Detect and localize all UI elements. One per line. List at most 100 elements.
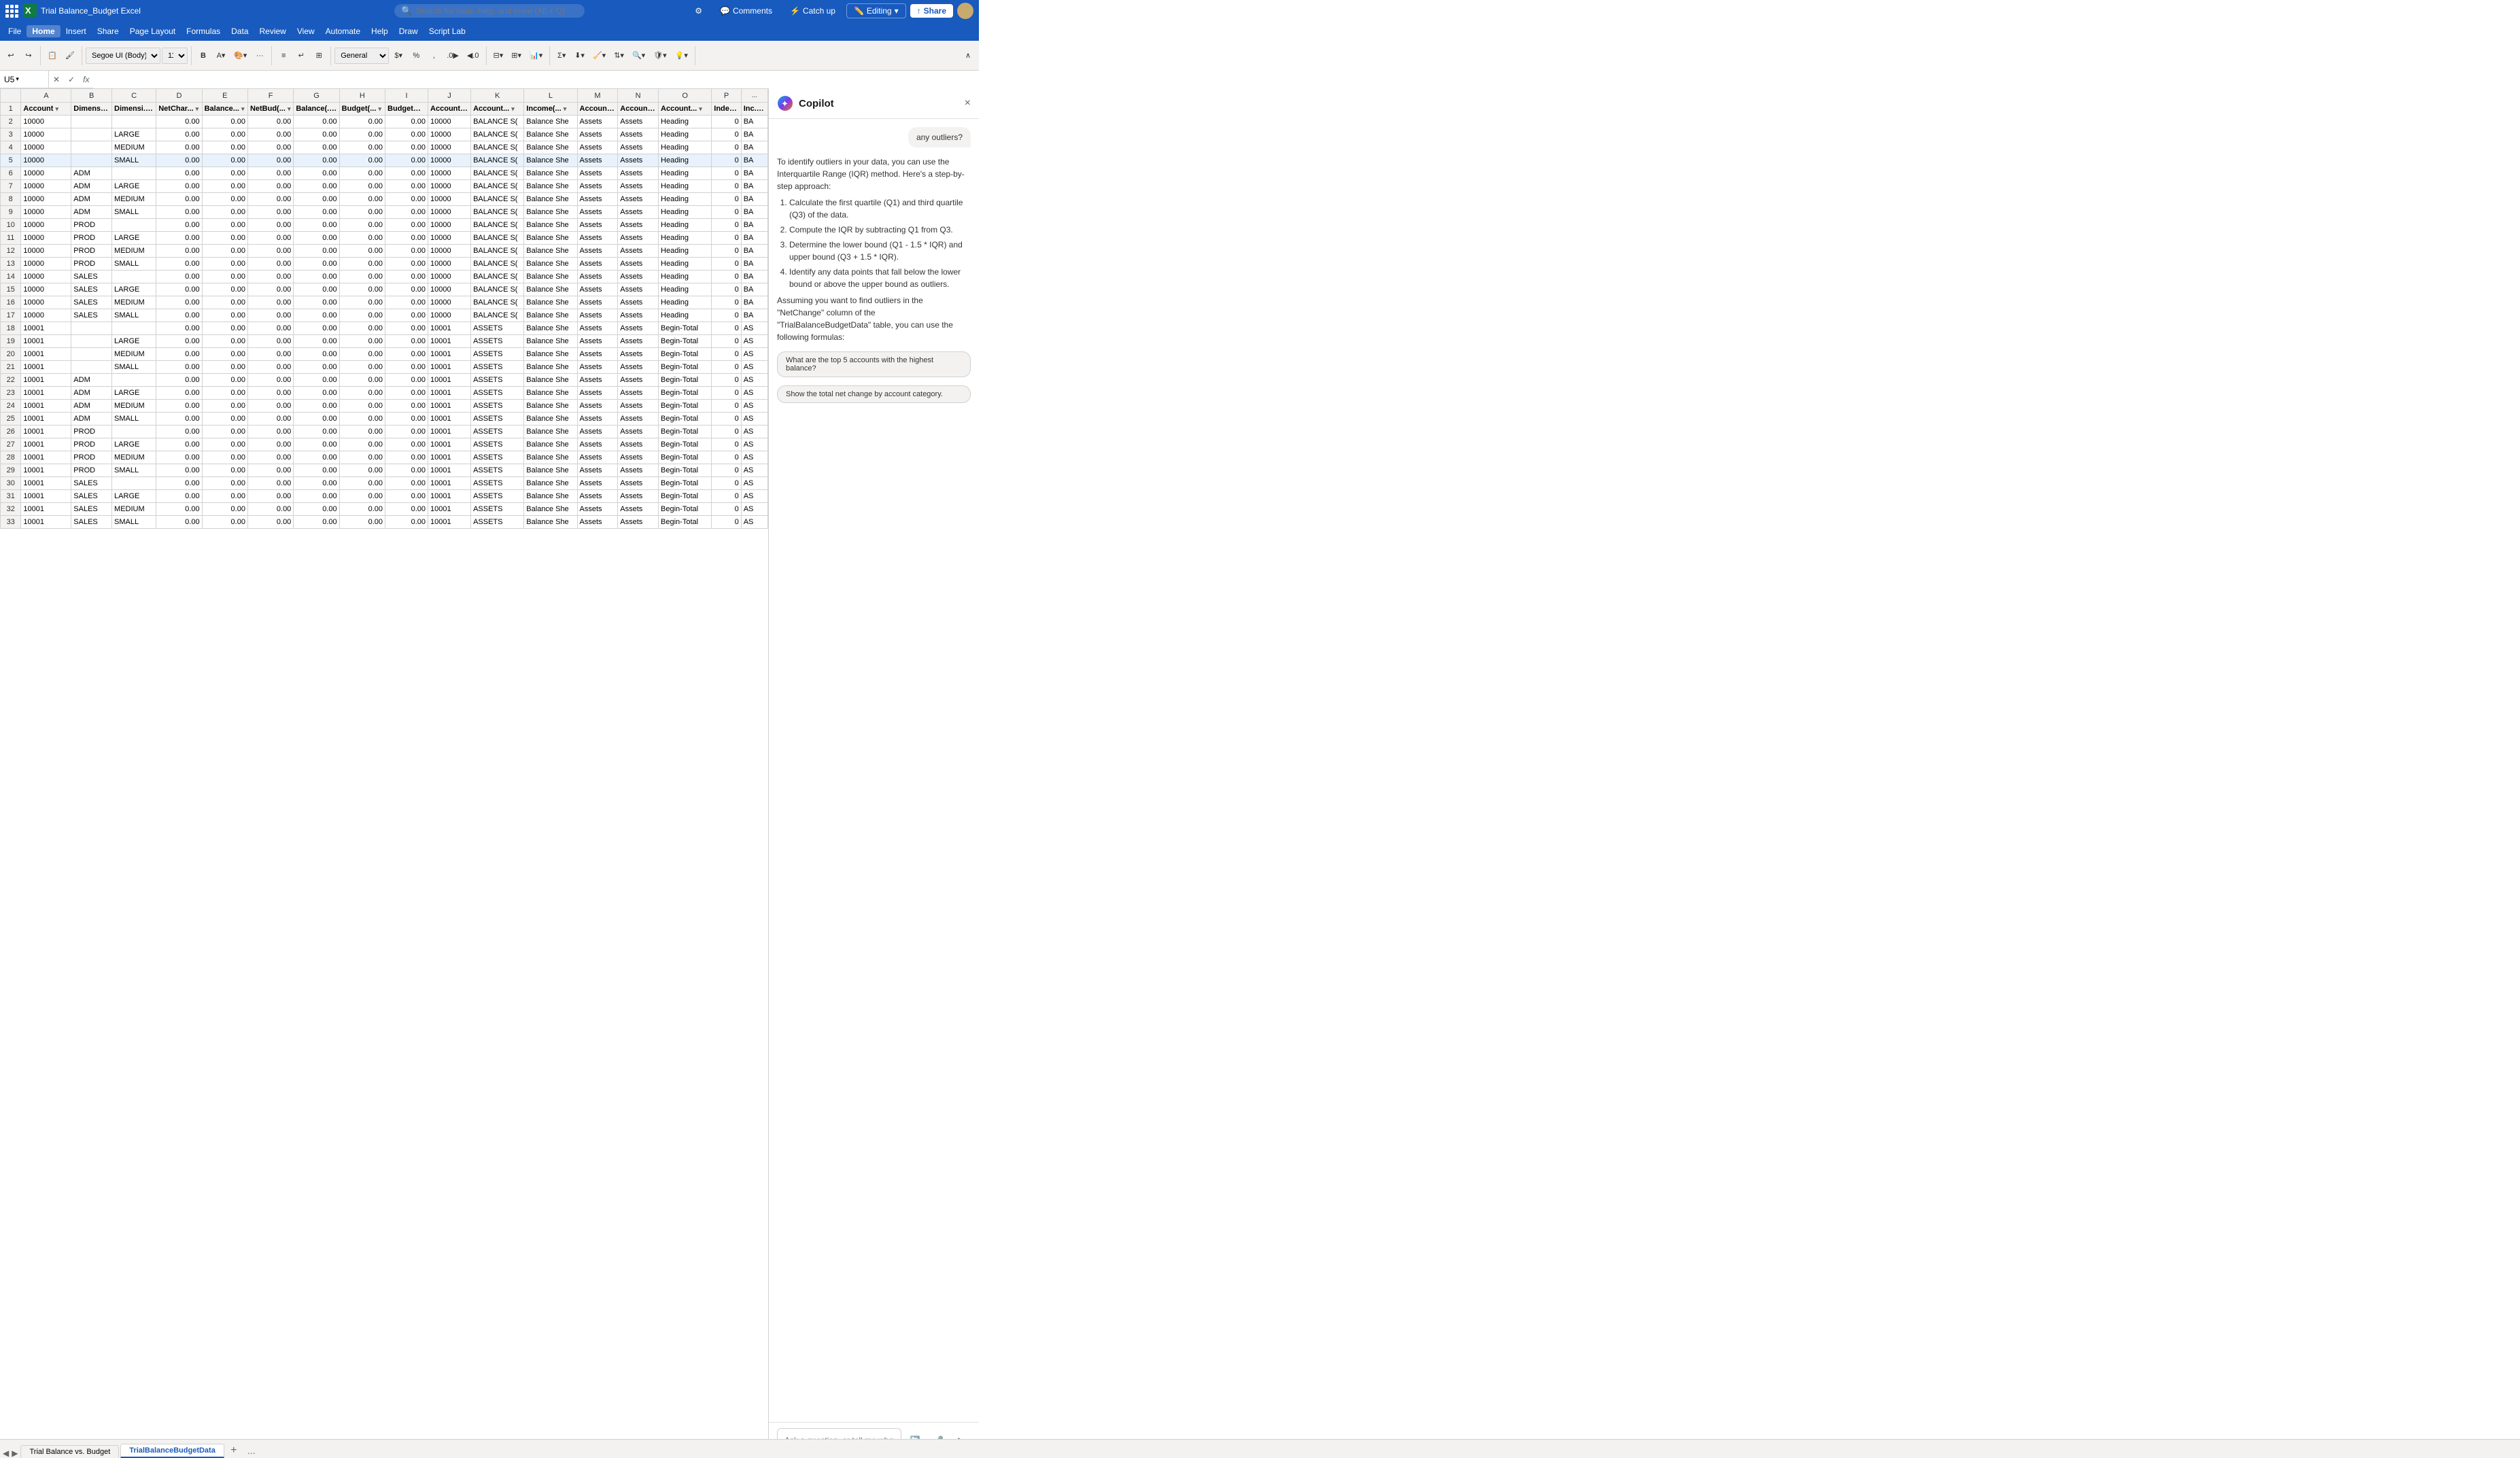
cell-O20[interactable]: Begin-Total bbox=[659, 348, 712, 361]
cell-H3[interactable]: 0.00 bbox=[339, 128, 385, 141]
cell-D29[interactable]: 0.00 bbox=[156, 464, 202, 477]
cell-A33[interactable]: 10001 bbox=[21, 516, 71, 529]
cell-I18[interactable]: 0.00 bbox=[385, 322, 428, 335]
cell-D14[interactable]: 0.00 bbox=[156, 271, 202, 283]
cell-I15[interactable]: 0.00 bbox=[385, 283, 428, 296]
cell-D33[interactable]: 0.00 bbox=[156, 516, 202, 529]
cell-J27[interactable]: 10001 bbox=[428, 438, 471, 451]
cell-H1[interactable]: Budget(... ▾ bbox=[339, 103, 385, 116]
cell-G5[interactable]: 0.00 bbox=[294, 154, 339, 167]
cell-K20[interactable]: ASSETS bbox=[471, 348, 524, 361]
cell-L15[interactable]: Balance She bbox=[524, 283, 577, 296]
cell-P16[interactable]: 0 bbox=[712, 296, 741, 309]
cell-G29[interactable]: 0.00 bbox=[294, 464, 339, 477]
cell-O7[interactable]: Heading bbox=[659, 180, 712, 193]
cell-extra-32[interactable]: AS bbox=[741, 503, 767, 516]
cell-C29[interactable]: SMALL bbox=[112, 464, 156, 477]
cell-extra-9[interactable]: BA bbox=[741, 206, 767, 219]
currency-button[interactable]: $▾ bbox=[390, 45, 407, 67]
cell-O10[interactable]: Heading bbox=[659, 219, 712, 232]
cell-P4[interactable]: 0 bbox=[712, 141, 741, 154]
cell-G3[interactable]: 0.00 bbox=[294, 128, 339, 141]
cell-K11[interactable]: BALANCE S( bbox=[471, 232, 524, 245]
cell-P23[interactable]: 0 bbox=[712, 387, 741, 400]
cell-J26[interactable]: 10001 bbox=[428, 426, 471, 438]
cell-G27[interactable]: 0.00 bbox=[294, 438, 339, 451]
cell-B21[interactable] bbox=[71, 361, 112, 374]
cell-F33[interactable]: 0.00 bbox=[247, 516, 293, 529]
cell-I16[interactable]: 0.00 bbox=[385, 296, 428, 309]
cell-I8[interactable]: 0.00 bbox=[385, 193, 428, 206]
cell-C9[interactable]: SMALL bbox=[112, 206, 156, 219]
cell-B17[interactable]: SALES bbox=[71, 309, 112, 322]
cell-D28[interactable]: 0.00 bbox=[156, 451, 202, 464]
cell-H9[interactable]: 0.00 bbox=[339, 206, 385, 219]
cell-extra-2[interactable]: BA bbox=[741, 116, 767, 128]
cell-K29[interactable]: ASSETS bbox=[471, 464, 524, 477]
cell-P14[interactable]: 0 bbox=[712, 271, 741, 283]
row-header-5[interactable]: 5 bbox=[1, 154, 21, 167]
cell-A19[interactable]: 10001 bbox=[21, 335, 71, 348]
cell-extra-17[interactable]: BA bbox=[741, 309, 767, 322]
cell-N32[interactable]: Assets bbox=[618, 503, 659, 516]
cell-O4[interactable]: Heading bbox=[659, 141, 712, 154]
cell-A16[interactable]: 10000 bbox=[21, 296, 71, 309]
cell-M8[interactable]: Assets bbox=[577, 193, 618, 206]
cell-F13[interactable]: 0.00 bbox=[247, 258, 293, 271]
cell-B32[interactable]: SALES bbox=[71, 503, 112, 516]
cell-F14[interactable]: 0.00 bbox=[247, 271, 293, 283]
cell-A8[interactable]: 10000 bbox=[21, 193, 71, 206]
cell-K23[interactable]: ASSETS bbox=[471, 387, 524, 400]
cell-M30[interactable]: Assets bbox=[577, 477, 618, 490]
fill-button[interactable]: ⬇▾ bbox=[571, 45, 588, 67]
cell-extra-10[interactable]: BA bbox=[741, 219, 767, 232]
cell-D13[interactable]: 0.00 bbox=[156, 258, 202, 271]
cell-L26[interactable]: Balance She bbox=[524, 426, 577, 438]
cell-E15[interactable]: 0.00 bbox=[202, 283, 247, 296]
cell-C6[interactable] bbox=[112, 167, 156, 180]
cell-C19[interactable]: LARGE bbox=[112, 335, 156, 348]
cell-I28[interactable]: 0.00 bbox=[385, 451, 428, 464]
cell-O31[interactable]: Begin-Total bbox=[659, 490, 712, 503]
menu-insert[interactable]: Insert bbox=[61, 25, 92, 37]
cell-A32[interactable]: 10001 bbox=[21, 503, 71, 516]
cell-N9[interactable]: Assets bbox=[618, 206, 659, 219]
cell-B24[interactable]: ADM bbox=[71, 400, 112, 413]
cell-P31[interactable]: 0 bbox=[712, 490, 741, 503]
chevron-down-small-icon[interactable]: ▾ bbox=[16, 75, 19, 83]
tab-trial-balance[interactable]: Trial Balance vs. Budget bbox=[20, 1445, 119, 1458]
cell-B6[interactable]: ADM bbox=[71, 167, 112, 180]
cell-J10[interactable]: 10000 bbox=[428, 219, 471, 232]
row-header-20[interactable]: 20 bbox=[1, 348, 21, 361]
cell-N7[interactable]: Assets bbox=[618, 180, 659, 193]
cell-J7[interactable]: 10000 bbox=[428, 180, 471, 193]
cell-F5[interactable]: 0.00 bbox=[247, 154, 293, 167]
cell-E28[interactable]: 0.00 bbox=[202, 451, 247, 464]
cell-D1[interactable]: NetChar... ▾ bbox=[156, 103, 202, 116]
cell-E21[interactable]: 0.00 bbox=[202, 361, 247, 374]
cell-J31[interactable]: 10001 bbox=[428, 490, 471, 503]
cell-K6[interactable]: BALANCE S( bbox=[471, 167, 524, 180]
cell-L29[interactable]: Balance She bbox=[524, 464, 577, 477]
cell-extra-33[interactable]: AS bbox=[741, 516, 767, 529]
cell-E13[interactable]: 0.00 bbox=[202, 258, 247, 271]
cell-H19[interactable]: 0.00 bbox=[339, 335, 385, 348]
font-color-button[interactable]: A▾ bbox=[213, 45, 229, 67]
cell-D11[interactable]: 0.00 bbox=[156, 232, 202, 245]
cell-K25[interactable]: ASSETS bbox=[471, 413, 524, 426]
cell-E27[interactable]: 0.00 bbox=[202, 438, 247, 451]
decrease-decimal-button[interactable]: ◀.0 bbox=[464, 45, 483, 67]
cell-M32[interactable]: Assets bbox=[577, 503, 618, 516]
cell-L16[interactable]: Balance She bbox=[524, 296, 577, 309]
cell-A15[interactable]: 10000 bbox=[21, 283, 71, 296]
increase-decimal-button[interactable]: .0▶ bbox=[443, 45, 462, 67]
cell-E33[interactable]: 0.00 bbox=[202, 516, 247, 529]
cell-I17[interactable]: 0.00 bbox=[385, 309, 428, 322]
cell-A20[interactable]: 10001 bbox=[21, 348, 71, 361]
cell-J32[interactable]: 10001 bbox=[428, 503, 471, 516]
cell-D16[interactable]: 0.00 bbox=[156, 296, 202, 309]
format-as-table-button[interactable]: ⊞▾ bbox=[508, 45, 525, 67]
cell-A26[interactable]: 10001 bbox=[21, 426, 71, 438]
cell-L31[interactable]: Balance She bbox=[524, 490, 577, 503]
cell-H27[interactable]: 0.00 bbox=[339, 438, 385, 451]
